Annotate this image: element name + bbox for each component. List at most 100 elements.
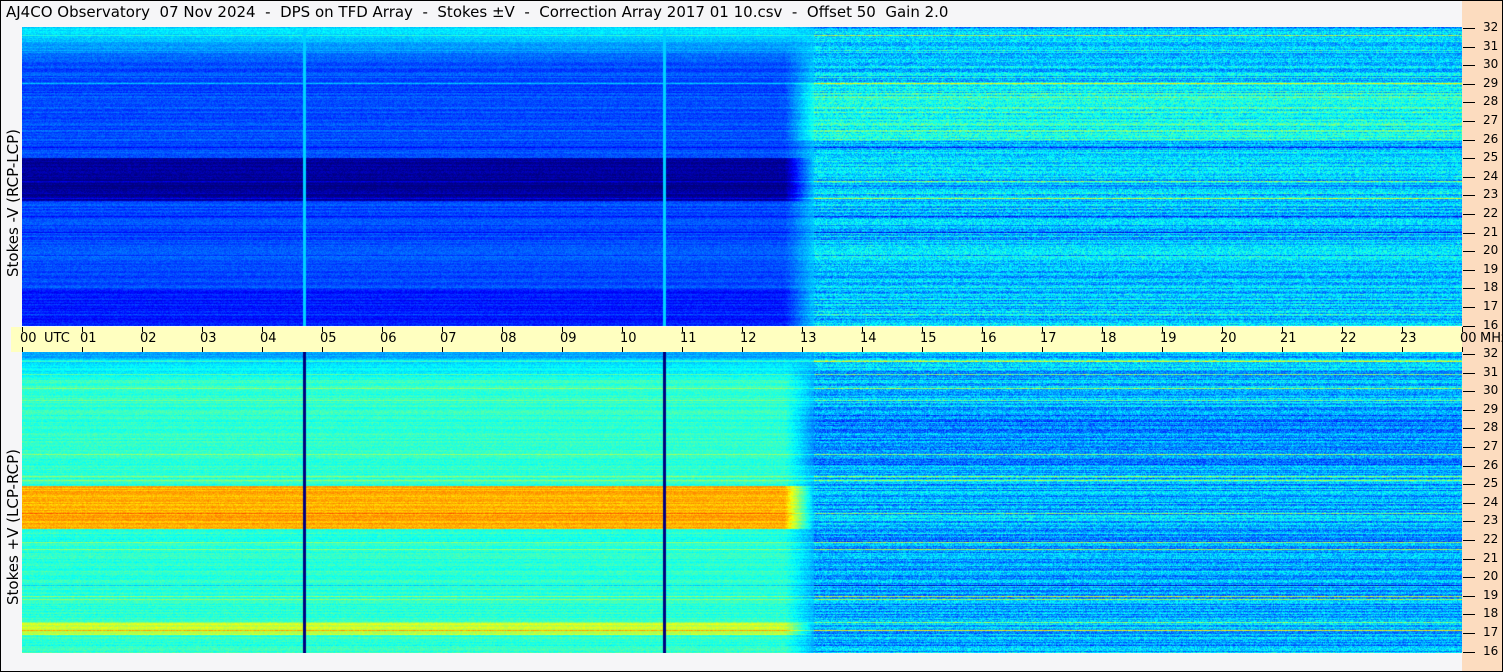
time-tick-label: 07 — [440, 331, 457, 346]
time-tick-mark — [1402, 327, 1403, 332]
time-tick-label: 03 — [200, 331, 217, 346]
time-tick-mark — [1282, 347, 1283, 352]
frequency-tick-label: 32 — [1483, 20, 1499, 34]
frequency-tick-label: 19 — [1483, 261, 1499, 276]
time-tick-mark — [1222, 347, 1223, 352]
frequency-tick-label: 23 — [1483, 513, 1499, 528]
time-tick-label: 18 — [1100, 331, 1117, 346]
frequency-tick-mark — [1463, 614, 1475, 616]
time-tick-mark — [1222, 327, 1223, 332]
time-tick-label: 23 — [1400, 331, 1417, 346]
time-axis: 00 UTC 01 02 03 04 05 06 07 08 09 10 11 12 13 14 15 16 17 1… — [11, 327, 1502, 352]
frequency-tick-mark — [1463, 465, 1475, 467]
frequency-tick-mark — [1463, 195, 1475, 197]
frequency-tick-label: 17 — [1483, 625, 1499, 639]
frequency-tick-label: 25 — [1483, 150, 1499, 165]
frequency-tick-label: 25 — [1483, 476, 1499, 491]
frequency-tick-mark — [1463, 83, 1475, 85]
frequency-tick-label: 26 — [1483, 457, 1499, 472]
frequency-tick-mark — [1463, 651, 1475, 653]
frequency-tick-mark — [1463, 633, 1475, 634]
time-tick-mark — [22, 347, 23, 352]
frequency-tick-label: 30 — [1483, 383, 1499, 398]
frequency-tick-mark — [1463, 121, 1475, 122]
time-tick-mark — [1282, 327, 1283, 332]
time-tick-mark — [982, 327, 983, 332]
time-tick-mark — [562, 327, 563, 332]
frequency-tick-mark — [1463, 372, 1475, 374]
time-tick-label: 19 — [1160, 331, 1177, 346]
time-tick-label: 22 — [1340, 331, 1357, 346]
time-tick-mark — [502, 347, 503, 352]
spectrogram-stokes-minus-v — [22, 27, 1462, 326]
frequency-tick-label: 18 — [1483, 280, 1499, 295]
frequency-tick-mark — [1463, 447, 1475, 448]
time-tick-mark — [1042, 327, 1043, 332]
frequency-tick-mark — [1463, 232, 1475, 234]
frequency-tick-mark — [1463, 214, 1475, 215]
frequency-tick-mark — [1463, 521, 1475, 523]
time-tick-mark — [562, 347, 563, 352]
frequency-tick-label: 22 — [1483, 532, 1499, 546]
time-tick-label: 11 — [680, 331, 697, 346]
time-tick-mark — [262, 327, 263, 332]
time-tick-mark — [382, 327, 383, 332]
frequency-tick-label: 20 — [1483, 243, 1499, 258]
time-tick-label: 00 — [1460, 331, 1477, 346]
chart-title: AJ4CO Observatory 07 Nov 2024 - DPS on T… — [6, 3, 949, 21]
time-tick-mark — [142, 327, 143, 332]
time-tick-label: 04 — [260, 331, 277, 346]
time-tick-label: 14 — [860, 331, 877, 346]
time-tick-mark — [742, 327, 743, 332]
time-tick-mark — [382, 347, 383, 352]
time-tick-mark — [202, 327, 203, 332]
time-tick-mark — [442, 347, 443, 352]
frequency-tick-label: 26 — [1483, 131, 1499, 146]
time-tick-mark — [802, 347, 803, 352]
frequency-tick-mark — [1463, 139, 1475, 141]
time-tick-label: 16 — [980, 331, 997, 346]
frequency-tick-mark — [1463, 595, 1475, 597]
time-tick-mark — [82, 327, 83, 332]
frequency-tick-mark — [1463, 391, 1475, 393]
frequency-tick-label: 28 — [1483, 94, 1499, 109]
frequency-tick-label: 31 — [1483, 364, 1499, 379]
time-tick-mark — [682, 327, 683, 332]
frequency-tick-mark — [1463, 46, 1475, 48]
time-tick-mark — [502, 327, 503, 332]
frequency-tick-mark — [1463, 428, 1475, 430]
spectrogram-window: AJ4CO Observatory 07 Nov 2024 - DPS on T… — [0, 0, 1503, 672]
panel-label-top: Stokes -V (RCP-LCP) — [4, 129, 22, 277]
time-tick-mark — [262, 347, 263, 352]
time-tick-mark — [22, 327, 23, 332]
time-tick-mark — [622, 347, 623, 352]
frequency-tick-label: 21 — [1483, 550, 1499, 565]
time-tick-mark — [862, 327, 863, 332]
frequency-tick-label: 16 — [1483, 643, 1499, 658]
time-tick-mark — [1102, 327, 1103, 332]
frequency-tick-mark — [1463, 65, 1475, 67]
time-tick-mark — [322, 347, 323, 352]
time-tick-mark — [1462, 347, 1463, 352]
frequency-tick-mark — [1463, 158, 1475, 160]
time-tick-mark — [682, 347, 683, 352]
frequency-tick-mark — [1463, 558, 1475, 560]
time-unit-label: UTC — [44, 331, 70, 346]
time-tick-label: 00 — [20, 331, 37, 346]
frequency-unit-label: MHz — [1480, 331, 1502, 346]
time-tick-mark — [1342, 327, 1343, 332]
time-tick-mark — [922, 347, 923, 352]
time-tick-mark — [82, 347, 83, 352]
time-tick-label: 13 — [800, 331, 817, 346]
time-tick-label: 21 — [1280, 331, 1297, 346]
time-tick-mark — [442, 327, 443, 332]
spectrogram-stokes-plus-v — [22, 352, 1462, 653]
time-tick-mark — [922, 327, 923, 332]
time-tick-mark — [1402, 347, 1403, 352]
time-tick-label: 17 — [1040, 331, 1057, 346]
frequency-tick-mark — [1463, 540, 1475, 541]
frequency-tick-mark — [1463, 409, 1475, 411]
frequency-tick-label: 17 — [1483, 299, 1499, 313]
time-tick-label: 01 — [80, 331, 97, 346]
frequency-tick-label: 16 — [1483, 317, 1499, 332]
